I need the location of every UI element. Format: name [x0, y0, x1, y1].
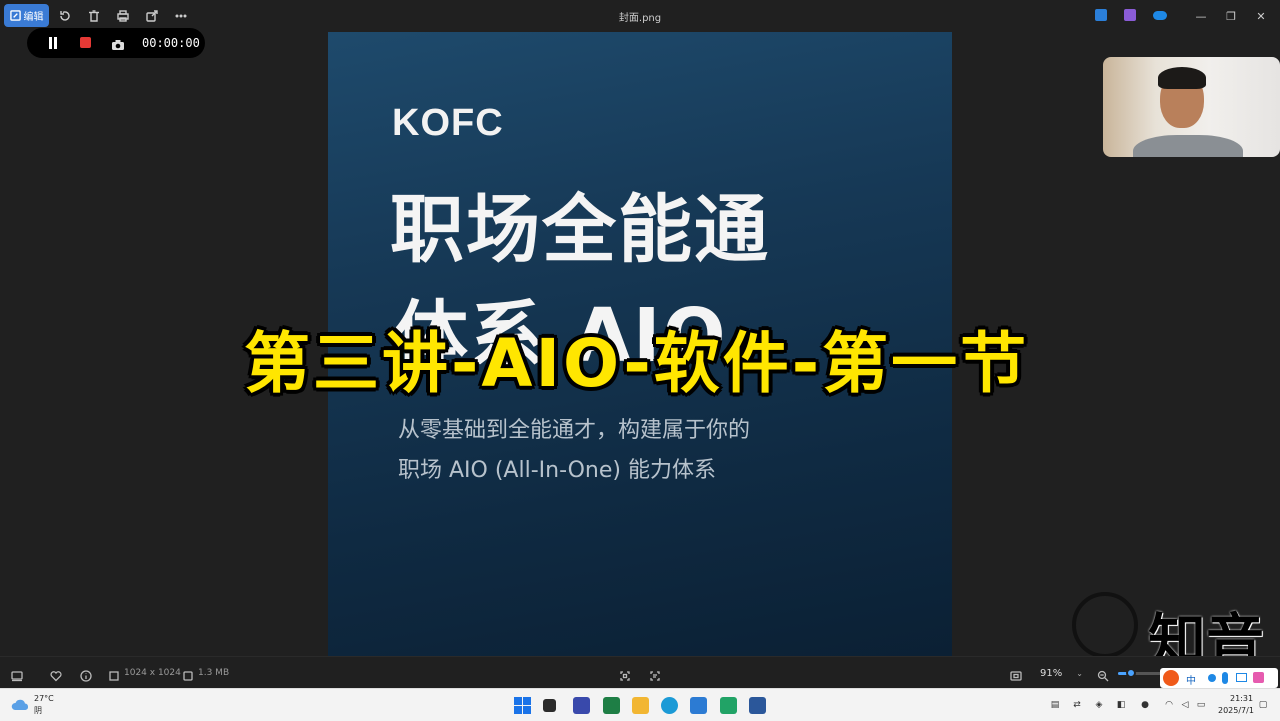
window-title: 封面.png	[618, 13, 662, 24]
zoom-slider-thumb[interactable]	[1126, 668, 1137, 678]
watermark-logo-icon	[1072, 592, 1138, 658]
fit-to-window-icon[interactable]	[1010, 667, 1022, 681]
image-subtitle-line1: 从零基础到全能通才，构建属于你的	[398, 418, 751, 443]
microphone-icon[interactable]	[1222, 672, 1228, 684]
keyboard-icon[interactable]	[1236, 673, 1247, 682]
webcam-person-hair	[1158, 67, 1206, 89]
clock-date[interactable]: 2025/7/1	[1218, 706, 1254, 715]
weather-temperature: 27°C	[34, 694, 54, 703]
photos-app-icon[interactable]	[690, 697, 707, 714]
ime-punctuation-icon[interactable]	[1208, 674, 1216, 682]
wifi-icon[interactable]: ◠	[1164, 700, 1174, 710]
ime-mode-label[interactable]: 中	[1186, 672, 1196, 687]
file-size-icon	[182, 667, 193, 681]
tray-app-icon-3[interactable]: ◈	[1094, 700, 1104, 710]
onedrive-icon[interactable]	[1153, 11, 1167, 20]
image-subtitle-line2: 职场 AIO (All-In-One) 能力体系	[398, 458, 716, 483]
text-recognition-icon[interactable]	[649, 667, 661, 681]
crop-icon[interactable]	[619, 667, 631, 681]
tray-app-icon-2[interactable]: ⇄	[1072, 700, 1082, 710]
battery-icon[interactable]: ▭	[1196, 700, 1206, 710]
webcam-person-body	[1133, 135, 1243, 157]
excel-icon[interactable]	[603, 697, 620, 714]
volume-icon[interactable]: ◁	[1180, 700, 1190, 710]
tray-app-icon-5[interactable]: ●	[1140, 700, 1150, 710]
taskbar: 27°C 阴 ▤ ⇄ ◈ ◧ ● ◠ ◁ ▭ 21:31 2025/7/1 ▢	[0, 688, 1280, 721]
filmstrip-icon[interactable]	[11, 667, 23, 682]
chevron-down-icon: ⌄	[1076, 668, 1083, 678]
skin-icon[interactable]	[1253, 672, 1264, 683]
start-menu-icon[interactable]	[514, 697, 531, 714]
recording-toolbar: 00:00:00	[27, 28, 205, 58]
weather-condition: 阴	[34, 706, 42, 715]
webcam-feed	[1103, 57, 1280, 157]
zoom-value: 91%	[1040, 667, 1063, 679]
info-icon[interactable]	[80, 667, 92, 682]
image-brand-text: KOFC	[392, 102, 504, 144]
image-dimensions: 1024 x 1024	[124, 668, 181, 678]
video-caption-overlay: 第三讲-AIO-软件-第一节	[244, 325, 1030, 402]
watermark: 知音	[1072, 592, 1277, 675]
cloud-icon[interactable]	[10, 697, 30, 711]
minimize-button[interactable]: —	[1186, 6, 1216, 26]
mail-app-icon[interactable]	[573, 697, 590, 714]
sogou-ime-icon[interactable]	[1163, 670, 1179, 686]
zoom-out-icon[interactable]	[1097, 667, 1109, 682]
file-size: 1.3 MB	[198, 668, 230, 678]
ime-toolbar: 中	[1160, 668, 1278, 688]
close-button[interactable]: ✕	[1246, 6, 1276, 26]
tray-app-icon-1[interactable]: ▤	[1050, 700, 1060, 710]
stop-recording-icon[interactable]	[80, 37, 91, 48]
app-clipchamp-icon[interactable]	[1124, 9, 1136, 21]
clock-time[interactable]: 21:31	[1230, 694, 1253, 703]
excel-alt-icon[interactable]	[720, 697, 737, 714]
recording-timer: 00:00:00	[142, 36, 200, 50]
task-view-icon[interactable]	[543, 699, 556, 712]
word-icon[interactable]	[749, 697, 766, 714]
dimensions-icon	[108, 667, 119, 681]
image-title-line1: 职场全能通	[390, 187, 770, 273]
edge-browser-icon[interactable]	[661, 697, 678, 714]
status-bar: 1024 x 1024 1.3 MB 91% ⌄	[0, 656, 1280, 689]
zoom-select[interactable]: 91% ⌄	[1034, 663, 1086, 683]
file-explorer-icon[interactable]	[632, 697, 649, 714]
maximize-button[interactable]: ❐	[1216, 6, 1246, 26]
pause-recording-icon[interactable]	[47, 37, 59, 49]
tray-app-icon-4[interactable]: ◧	[1116, 700, 1126, 710]
app-launcher-icon[interactable]	[1095, 9, 1107, 21]
notification-icon[interactable]: ▢	[1258, 700, 1268, 710]
favorite-icon[interactable]	[50, 667, 62, 682]
camera-icon[interactable]	[111, 36, 125, 50]
